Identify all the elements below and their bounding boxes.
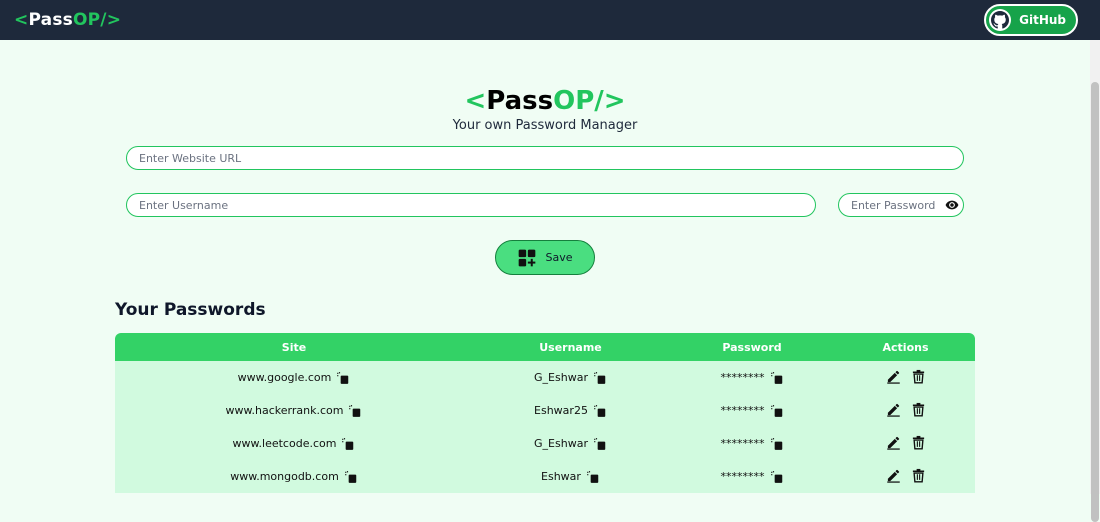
- copy-icon[interactable]: [586, 470, 600, 484]
- copy-icon[interactable]: [770, 437, 784, 451]
- table-row: www.google.com G_Eshwar ********: [115, 361, 975, 394]
- title-gt: >: [603, 86, 626, 116]
- website-url-input[interactable]: [126, 146, 964, 170]
- password-value: ********: [720, 371, 765, 384]
- title-slash: /: [594, 86, 604, 116]
- scrollbar-track[interactable]: [1090, 40, 1100, 522]
- page-title: <PassOP/>: [0, 86, 1090, 116]
- table-body: www.google.com G_Eshwar ******** www.hac…: [115, 361, 975, 493]
- password-value: ********: [720, 470, 765, 483]
- passwords-table-container: Site Username Password Actions www.googl…: [115, 333, 975, 494]
- username-value: Eshwar: [541, 470, 581, 483]
- delete-icon[interactable]: [911, 369, 926, 384]
- title-pass: Pass: [486, 86, 554, 116]
- copy-icon[interactable]: [341, 437, 355, 451]
- username-input[interactable]: [126, 193, 816, 217]
- site-link[interactable]: www.google.com: [238, 371, 332, 384]
- password-field-wrapper: [838, 193, 964, 217]
- copy-icon[interactable]: [348, 404, 362, 418]
- passwords-table: Site Username Password Actions www.googl…: [115, 333, 975, 493]
- table-row: www.mongodb.com Eshwar ********: [115, 460, 975, 493]
- delete-icon[interactable]: [911, 402, 926, 417]
- username-value: G_Eshwar: [534, 437, 588, 450]
- eye-icon[interactable]: [944, 198, 960, 212]
- save-button[interactable]: Save: [495, 240, 595, 275]
- table-row: www.hackerrank.com Eshwar25 ********: [115, 394, 975, 427]
- password-value: ********: [720, 404, 765, 417]
- github-icon: [989, 9, 1012, 31]
- add-grid-icon: [519, 249, 536, 266]
- column-header-username: Username: [473, 333, 668, 361]
- delete-icon[interactable]: [911, 468, 926, 483]
- password-value: ********: [720, 437, 765, 450]
- username-value: G_Eshwar: [534, 371, 588, 384]
- copy-icon[interactable]: [593, 437, 607, 451]
- logo-lt: <: [14, 10, 29, 30]
- navbar: <PassOP/> GitHub: [0, 0, 1100, 40]
- copy-icon[interactable]: [770, 404, 784, 418]
- copy-icon[interactable]: [593, 404, 607, 418]
- logo-gt: >: [106, 10, 122, 30]
- logo-pass: Pass: [28, 10, 73, 30]
- copy-icon[interactable]: [770, 470, 784, 484]
- copy-icon[interactable]: [770, 371, 784, 385]
- site-link[interactable]: www.leetcode.com: [233, 437, 337, 450]
- title-op: OP: [553, 86, 595, 116]
- nav-logo[interactable]: <PassOP/>: [14, 10, 121, 30]
- delete-icon[interactable]: [911, 435, 926, 450]
- edit-icon[interactable]: [886, 369, 901, 384]
- edit-icon[interactable]: [886, 468, 901, 483]
- scrollbar-thumb[interactable]: [1091, 82, 1099, 522]
- edit-icon[interactable]: [886, 435, 901, 450]
- table-row: www.leetcode.com G_Eshwar ********: [115, 427, 975, 460]
- username-value: Eshwar25: [534, 404, 588, 417]
- page-subtitle: Your own Password Manager: [452, 118, 638, 133]
- site-link[interactable]: www.mongodb.com: [230, 470, 339, 483]
- column-header-actions: Actions: [836, 333, 975, 361]
- table-header-row: Site Username Password Actions: [115, 333, 975, 361]
- github-label: GitHub: [1019, 13, 1066, 27]
- save-label: Save: [545, 251, 573, 264]
- passwords-heading: Your Passwords: [115, 300, 266, 320]
- site-link[interactable]: www.hackerrank.com: [226, 404, 344, 417]
- github-button[interactable]: GitHub: [984, 4, 1078, 36]
- column-header-site: Site: [115, 333, 473, 361]
- title-lt: <: [464, 86, 487, 116]
- copy-icon[interactable]: [336, 371, 350, 385]
- edit-icon[interactable]: [886, 402, 901, 417]
- logo-op: OP: [72, 10, 101, 30]
- copy-icon[interactable]: [344, 470, 358, 484]
- column-header-password: Password: [668, 333, 836, 361]
- copy-icon[interactable]: [593, 371, 607, 385]
